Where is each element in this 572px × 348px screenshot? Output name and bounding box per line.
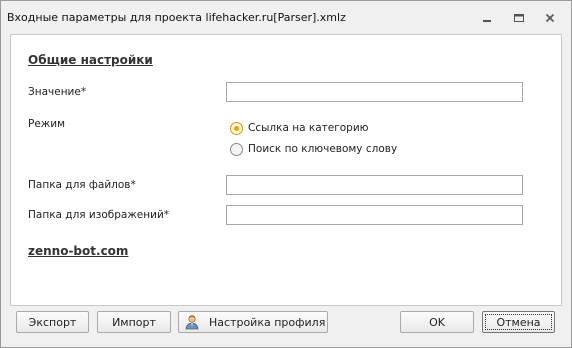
import-button-label: Импорт	[112, 315, 156, 329]
files-folder-input[interactable]	[226, 175, 523, 195]
radio-label-category-link: Ссылка на категорию	[248, 122, 369, 134]
radio-category-link[interactable]: Ссылка на категорию	[230, 120, 368, 136]
dialog-window: Входные параметры для проекта lifehacker…	[0, 0, 572, 348]
import-button[interactable]: Импорт	[97, 311, 171, 333]
focus-ring	[485, 314, 552, 330]
window-title: Входные параметры для проекта lifehacker…	[7, 11, 346, 24]
section-title: Общие настройки	[28, 53, 153, 67]
value-input[interactable]	[226, 82, 523, 102]
radio-button-unchecked[interactable]	[230, 142, 243, 156]
cancel-button[interactable]: Отмена	[482, 311, 555, 333]
profile-settings-button-label: Настройка профиля	[209, 315, 326, 329]
ok-button[interactable]: OK	[400, 311, 474, 333]
close-icon[interactable]	[543, 10, 557, 24]
value-label: Значение*	[28, 86, 87, 98]
radio-label-keyword-search: Поиск по ключевому слову	[248, 143, 398, 155]
images-folder-label: Папка для изображений*	[28, 209, 170, 221]
files-folder-label: Папка для файлов*	[28, 179, 136, 191]
mode-label: Режим	[28, 118, 65, 130]
radio-button-checked[interactable]	[230, 121, 243, 135]
export-button-label: Экспорт	[28, 315, 77, 329]
title-bar[interactable]: Входные параметры для проекта lifehacker…	[1, 1, 571, 31]
site-link[interactable]: zenno-bot.com	[28, 244, 128, 258]
profile-settings-button[interactable]: Настройка профиля	[178, 311, 328, 333]
settings-panel: Общие настройки Значение* Режим Ссылка н…	[10, 34, 562, 306]
ok-button-label: OK	[429, 315, 445, 329]
user-icon	[184, 314, 200, 330]
radio-keyword-search[interactable]: Поиск по ключевому слову	[230, 141, 397, 157]
images-folder-input[interactable]	[226, 205, 523, 225]
minimize-icon[interactable]	[480, 10, 494, 24]
maximize-icon[interactable]	[512, 10, 526, 24]
export-button[interactable]: Экспорт	[16, 311, 89, 333]
